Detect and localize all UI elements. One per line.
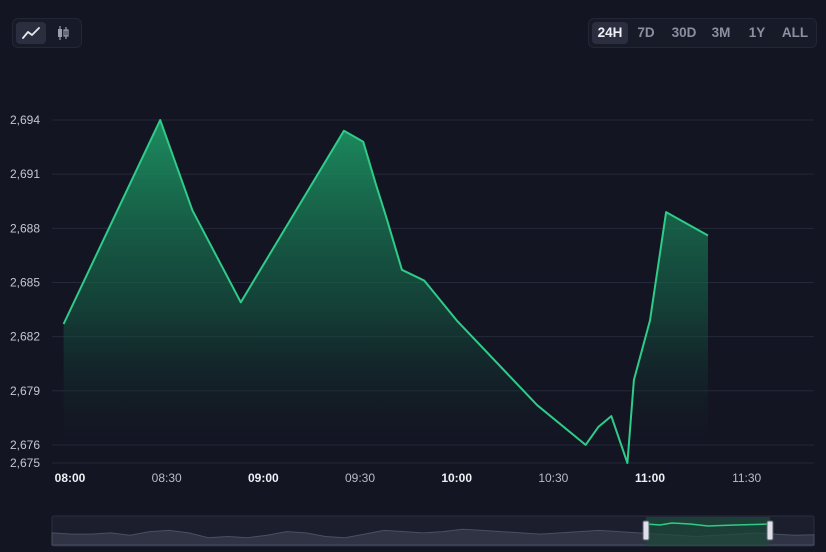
x-tick-label: 10:30 bbox=[538, 471, 568, 485]
navigator-selection[interactable] bbox=[646, 517, 770, 545]
y-tick-label: 2,682 bbox=[10, 330, 40, 344]
range-all-button[interactable]: ALL bbox=[776, 22, 814, 44]
chart-type-toggle bbox=[12, 18, 82, 48]
y-tick-label: 2,676 bbox=[10, 438, 40, 452]
x-tick-label: 09:00 bbox=[248, 471, 279, 485]
candlestick-button[interactable] bbox=[48, 22, 78, 44]
candlestick-icon bbox=[58, 26, 69, 40]
line-chart-button[interactable] bbox=[16, 22, 46, 44]
range-navigator[interactable] bbox=[51, 515, 815, 547]
line-chart-icon bbox=[22, 27, 40, 39]
x-tick-label: 08:30 bbox=[152, 471, 182, 485]
y-tick-label: 2,679 bbox=[10, 384, 40, 398]
time-range-selector: 24H 7D 30D 3M 1Y ALL bbox=[588, 18, 817, 48]
range-1y-button[interactable]: 1Y bbox=[742, 22, 772, 44]
x-tick-label: 11:00 bbox=[635, 471, 665, 485]
price-area bbox=[63, 120, 709, 463]
x-tick-label: 09:30 bbox=[345, 471, 375, 485]
y-tick-label: 2,688 bbox=[10, 221, 40, 235]
navigator-handle-right[interactable] bbox=[766, 520, 774, 541]
range-3m-button[interactable]: 3M bbox=[706, 22, 736, 44]
x-tick-label: 10:00 bbox=[441, 471, 472, 485]
y-tick-label: 2,685 bbox=[10, 275, 40, 289]
x-axis: 08:00 08:30 09:00 09:30 10:00 10:30 11:00 11:30 bbox=[55, 471, 762, 485]
y-tick-label: 2,675 bbox=[10, 456, 40, 470]
y-tick-label: 2,691 bbox=[10, 167, 40, 181]
range-30d-button[interactable]: 30D bbox=[665, 22, 703, 44]
range-7d-button[interactable]: 7D bbox=[631, 22, 661, 44]
x-tick-label: 08:00 bbox=[55, 471, 86, 485]
navigator-handle-left[interactable] bbox=[642, 520, 650, 541]
price-chart: 2,675 2,676 2,679 2,682 2,685 2,688 2,691 2,694… bbox=[10, 113, 815, 547]
y-tick-label: 2,694 bbox=[10, 113, 40, 127]
y-axis: 2,675 2,676 2,679 2,682 2,685 2,688 2,691 2,694 bbox=[10, 113, 40, 470]
range-24h-button[interactable]: 24H bbox=[592, 22, 628, 44]
x-tick-label: 11:30 bbox=[732, 471, 761, 485]
